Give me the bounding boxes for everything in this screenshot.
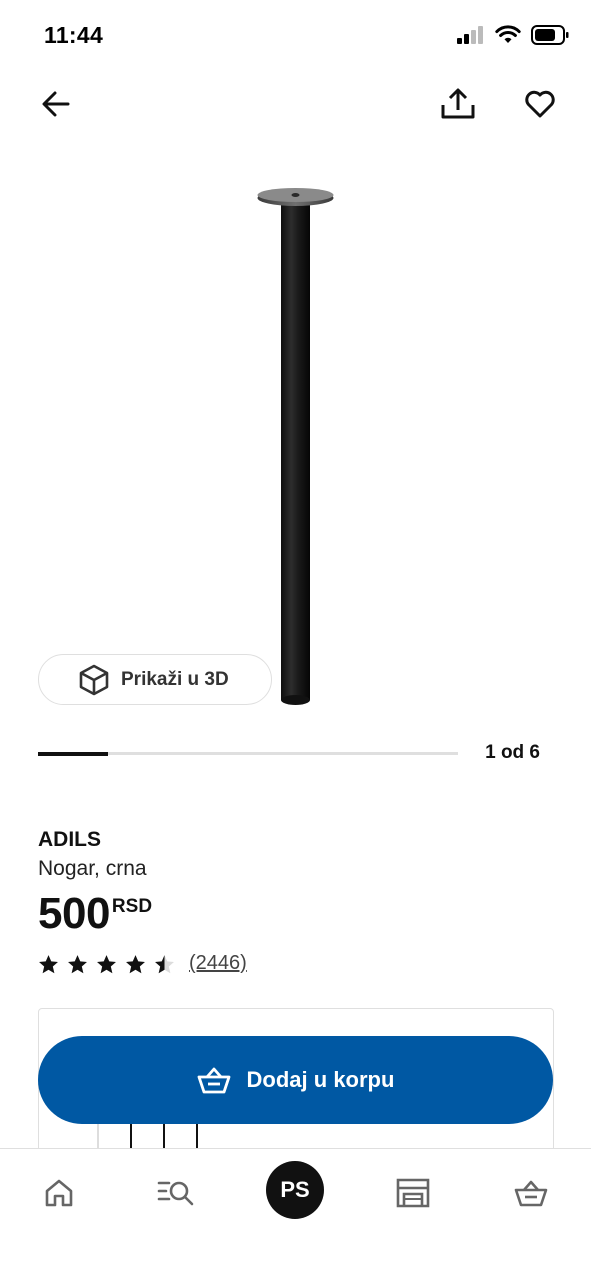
star-icon: [97, 954, 116, 973]
profile-avatar[interactable]: PS: [266, 1161, 324, 1219]
table-leg-image: [257, 188, 334, 705]
product-rating[interactable]: (2446): [38, 952, 247, 975]
star-icon: [155, 954, 174, 973]
status-time: 11:44: [44, 22, 104, 48]
add-to-cart-label: Dodaj u korpu: [246, 1067, 395, 1092]
share-button[interactable]: [434, 80, 482, 128]
product-description: Nogar, crna: [38, 857, 147, 880]
heart-icon: [525, 90, 555, 118]
nav-search[interactable]: [146, 1163, 206, 1223]
product-image[interactable]: [0, 140, 591, 720]
product-price: 500 RSD: [38, 890, 152, 938]
status-icons: [457, 25, 569, 45]
back-button[interactable]: [32, 80, 80, 128]
signal-icon: [457, 26, 483, 44]
carousel-counter: 1 od 6: [485, 742, 540, 763]
add-to-cart-button[interactable]: Dodaj u korpu: [38, 1036, 553, 1124]
nav-home[interactable]: [29, 1163, 89, 1223]
battery-icon: [531, 25, 569, 45]
nav-cart[interactable]: [501, 1163, 561, 1223]
cube-icon: [79, 664, 109, 695]
basket-icon: [197, 1067, 230, 1094]
carousel-progress: [38, 751, 458, 756]
bottom-navigation: PS: [0, 1148, 591, 1280]
star-icon: [39, 954, 58, 973]
rating-stars: [38, 954, 175, 974]
cart-icon: [514, 1180, 548, 1207]
view-3d-button[interactable]: Prikaži u 3D: [38, 654, 272, 705]
share-icon: [441, 88, 475, 119]
price-value: 500: [38, 889, 110, 938]
wifi-icon: [495, 25, 521, 43]
carousel-progress-fill: [38, 751, 108, 756]
search-icon: [157, 1181, 194, 1206]
star-icon: [126, 954, 145, 973]
star-icon: [68, 954, 87, 973]
price-currency: RSD: [111, 896, 153, 917]
status-bar: 11:44: [0, 0, 591, 72]
view-3d-label: Prikaži u 3D: [121, 668, 229, 690]
review-count[interactable]: (2446): [189, 952, 247, 975]
product-name: ADILS: [38, 828, 101, 851]
top-bar: [0, 78, 591, 130]
store-icon: [396, 1178, 430, 1208]
home-icon: [45, 1179, 73, 1207]
arrow-left-icon: [42, 91, 70, 117]
nav-stores[interactable]: [383, 1163, 443, 1223]
favorite-button[interactable]: [516, 80, 564, 128]
